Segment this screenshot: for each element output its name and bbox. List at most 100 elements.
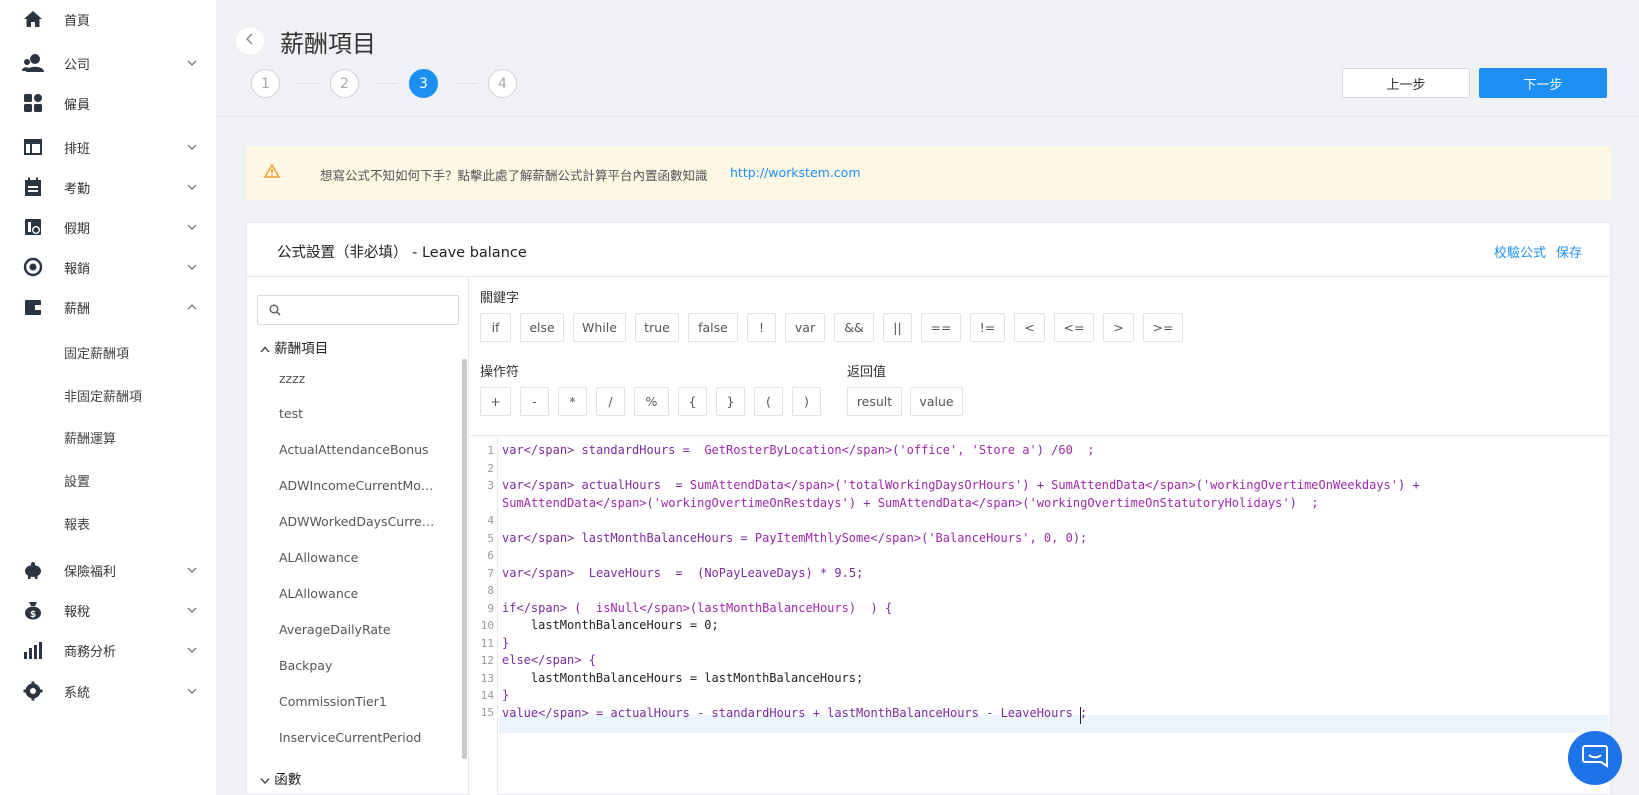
nav-label: 商務分析	[64, 644, 117, 660]
keyword-button[interactable]: <=	[1054, 313, 1094, 342]
nav-sub-reports[interactable]: 報表	[64, 514, 90, 533]
line-number: 9	[487, 602, 494, 615]
nav-label: 考勤	[64, 181, 91, 197]
nav-item-attendance[interactable]: 考勤	[0, 172, 216, 202]
tree-item[interactable]: zzzz	[279, 371, 439, 386]
code-line: var</span> LeaveHours = (NoPayLeaveDays)…	[502, 566, 864, 580]
operator-button[interactable]: +	[480, 387, 511, 416]
nav-item-insurance[interactable]: 保險福利	[0, 555, 216, 585]
keyword-button[interactable]: else	[520, 313, 564, 342]
line-number: 11	[480, 637, 494, 650]
search-box	[257, 295, 459, 325]
code-editor[interactable]: 1 2 3 4 5 6 7 8 9 10 11 12 13 14 15 var<…	[470, 435, 1610, 795]
operator-button[interactable]: /	[596, 387, 625, 416]
schedule-icon	[22, 136, 44, 158]
keyword-button[interactable]: !=	[970, 313, 1005, 342]
operator-button[interactable]: }	[716, 387, 745, 416]
search-icon	[269, 304, 281, 320]
nav-item-employee[interactable]: 僱員	[0, 88, 216, 118]
code-line: }	[502, 636, 510, 650]
keyword-button[interactable]: !	[747, 313, 776, 342]
tree-item[interactable]: Backpay	[279, 658, 439, 673]
search-input[interactable]	[288, 300, 453, 320]
nav-sub-variable-pay[interactable]: 非固定薪酬項	[64, 386, 142, 405]
nav-sub-fixed-pay[interactable]: 固定薪酬項	[64, 343, 129, 362]
save-link[interactable]: 保存	[1556, 246, 1582, 261]
formula-card: 公式設置（非必填） - Leave balance 校驗公式 保存 薪酬項目 zz…	[246, 222, 1611, 795]
tree-item[interactable]: ADWIncomeCurrentMonth	[279, 478, 439, 493]
page-title: 薪酬項目	[280, 30, 376, 58]
next-step-button[interactable]: 下一步	[1479, 68, 1607, 98]
sidebar: 首頁 公司 僱員 排班 考勤 假期 報銷 薪酬 固定薪酬項 非固定薪酬項 薪酬運…	[0, 0, 216, 795]
tree-item[interactable]: ActualAttendanceBonus	[279, 442, 439, 457]
nav-item-schedule[interactable]: 排班	[0, 132, 216, 162]
tree-group-payitems[interactable]: 薪酬項目	[260, 337, 328, 357]
step-4[interactable]: 4	[488, 69, 517, 98]
step-1[interactable]: 1	[251, 69, 280, 98]
nav-sub-payroll-run[interactable]: 薪酬運算	[64, 428, 116, 447]
company-icon	[22, 52, 44, 74]
operator-button[interactable]: -	[520, 387, 549, 416]
line-number: 10	[480, 619, 494, 632]
keyword-button[interactable]: >=	[1143, 313, 1183, 342]
nav-label: 僱員	[64, 97, 91, 113]
step-connector	[456, 83, 478, 84]
scrollbar[interactable]	[462, 359, 467, 759]
attendance-icon	[22, 176, 44, 198]
chat-support-button[interactable]	[1568, 731, 1622, 785]
keyword-button[interactable]: &&	[834, 313, 874, 342]
keyword-button[interactable]: ||	[883, 313, 912, 342]
tree-item[interactable]: ALAllowance	[279, 550, 439, 565]
return-values-label: 返回值	[847, 365, 887, 380]
piggy-bank-icon	[22, 559, 44, 581]
return-value-button[interactable]: result	[847, 387, 902, 416]
line-number: 12	[480, 654, 494, 667]
nav-sub-settings[interactable]: 設置	[64, 471, 90, 490]
nav-item-payroll[interactable]: 薪酬	[0, 292, 216, 322]
step-2[interactable]: 2	[330, 69, 359, 98]
keyword-button[interactable]: ==	[921, 313, 961, 342]
prev-step-button[interactable]: 上一步	[1342, 68, 1470, 98]
svg-text:$: $	[30, 610, 36, 620]
nav-item-tax[interactable]: $ 報稅	[0, 595, 216, 625]
step-3-active[interactable]: 3	[409, 69, 438, 98]
tree-item[interactable]: InserviceCurrentPeriod	[279, 730, 439, 745]
wallet-icon	[22, 296, 44, 318]
keyword-button[interactable]: var	[785, 313, 825, 342]
validate-formula-link[interactable]: 校驗公式	[1494, 246, 1546, 261]
nav-item-reimburse[interactable]: 報銷	[0, 252, 216, 282]
card-title: 公式設置（非必填） - Leave balance	[277, 245, 527, 261]
operator-button[interactable]: (	[754, 387, 783, 416]
nav-item-home[interactable]: 首頁	[0, 4, 216, 34]
keyword-button[interactable]: <	[1014, 313, 1045, 342]
chevron-left-icon	[246, 33, 254, 49]
keyword-button[interactable]: false	[688, 313, 738, 342]
nav-item-company[interactable]: 公司	[0, 48, 216, 78]
home-icon	[22, 8, 44, 30]
return-value-button[interactable]: value	[910, 387, 963, 416]
nav-item-analytics[interactable]: 商務分析	[0, 635, 216, 665]
nav-item-system[interactable]: 系統	[0, 676, 216, 706]
operator-button[interactable]: *	[558, 387, 587, 416]
nav-label: 假期	[64, 221, 91, 237]
operator-button[interactable]: {	[678, 387, 707, 416]
keyword-button[interactable]: if	[480, 313, 511, 342]
keyword-button[interactable]: While	[573, 313, 626, 342]
back-button[interactable]	[236, 27, 264, 55]
keyword-button[interactable]: true	[635, 313, 679, 342]
text-cursor	[1080, 707, 1081, 724]
operator-button[interactable]: )	[792, 387, 821, 416]
tree-item[interactable]: ALAllowance	[279, 586, 439, 601]
tree-item[interactable]: AverageDailyRate	[279, 622, 439, 637]
tree-item[interactable]: ADWWorkedDaysCurrentMonth	[279, 514, 439, 529]
nav-item-leave[interactable]: 假期	[0, 212, 216, 242]
operator-button[interactable]: %	[634, 387, 669, 416]
keyword-button[interactable]: >	[1103, 313, 1134, 342]
nav-label: 公司	[64, 57, 91, 73]
nav-label: 系統	[64, 685, 91, 701]
tree-item[interactable]: CommissionTier1	[279, 694, 439, 709]
notice-link[interactable]: http://workstem.com	[730, 165, 861, 180]
tree-item[interactable]: test	[279, 406, 439, 421]
tree-group-functions[interactable]: 函數	[260, 768, 301, 788]
chevron-down-icon	[186, 261, 198, 273]
